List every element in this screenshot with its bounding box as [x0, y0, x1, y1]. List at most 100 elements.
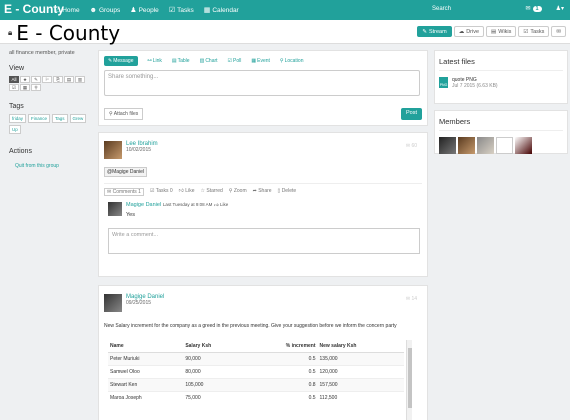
groups-icon: ☻ — [89, 6, 97, 14]
tab-stream[interactable]: ✎ Stream — [417, 26, 452, 37]
comment-author[interactable]: Magige Daniel — [126, 202, 161, 208]
like-button[interactable]: 👍︎ Like — [179, 188, 195, 196]
tab-wikis[interactable]: ▤ Wikis — [486, 26, 517, 37]
stream-post: Magige Daniel 09/25/2015 ✉ 14 New Salary… — [98, 285, 428, 420]
column-header: New salary Ksh — [317, 340, 404, 353]
tag-item[interactable]: Grew — [69, 114, 87, 123]
composer-tab-chart[interactable]: ▥ Chart — [200, 58, 218, 64]
post-composer: ✎ Message ⚯ Link ▤ Table ▥ Chart ☑ Poll ▦ Even… — [98, 50, 428, 126]
nav-groups[interactable]: ☻ Groups — [90, 6, 121, 14]
avatar[interactable] — [104, 294, 122, 312]
main-nav: ⌂ Home ☻ Groups ♟ People ☑ Tasks ▦ Calendar — [56, 6, 239, 15]
scrollbar-thumb[interactable] — [408, 348, 412, 408]
tab-chat[interactable]: ✉ — [551, 26, 566, 37]
nav-tasks[interactable]: ☑ Tasks — [169, 6, 194, 15]
star-button[interactable]: ☆ Starred — [200, 188, 222, 196]
table-cell: Samwel Oloo — [108, 365, 184, 379]
table-cell: 75,000 — [183, 391, 247, 404]
attach-files-button[interactable]: ⚲ Attach files — [104, 108, 144, 120]
table-cell: 0.5 — [246, 391, 318, 404]
member-avatar[interactable] — [458, 137, 475, 154]
composer-tab-message[interactable]: ✎ Message — [104, 56, 138, 66]
composer-tab-link[interactable]: ⚯ Link — [148, 58, 162, 64]
tag-item[interactable]: friday — [9, 114, 27, 123]
tab-wikis-label: Wikis — [498, 28, 512, 35]
post-button[interactable]: Post — [400, 108, 422, 120]
tab-tasks[interactable]: ☑ Tasks — [518, 26, 550, 37]
comment-count-value: 60 — [411, 143, 417, 149]
table-cell: Maroa Joseph — [108, 391, 184, 404]
notifications-button[interactable]: ✉ 1 — [526, 5, 542, 12]
share-button[interactable]: ➦ Share — [253, 188, 272, 196]
member-avatar[interactable] — [496, 137, 513, 154]
nav-home[interactable]: ⌂ Home — [56, 6, 80, 14]
composer-tab-label: Table — [177, 58, 190, 64]
view-calendar-button[interactable]: ▦ — [20, 84, 30, 91]
tag-item[interactable]: Up — [9, 125, 21, 134]
post-author: Magige Daniel 09/25/2015 — [104, 294, 422, 312]
delete-button[interactable]: ▯ Delete — [278, 188, 297, 196]
view-filter-buttons: All ★ ✎ ⚐ ⎘ ▤ ▥ ☑ ▦ ⚲ — [9, 76, 87, 91]
composer-tab-location[interactable]: ⚲ Location — [280, 58, 304, 64]
space-tabs: ✎ Stream ☁ Drive ▤ Wikis ☑ Tasks ✉ — [417, 26, 566, 37]
composer-tab-poll[interactable]: ☑ Poll — [228, 58, 242, 64]
table-cell: 120,000 — [317, 365, 404, 379]
table-cell: Peter Muriuki — [108, 352, 184, 366]
zoom-button[interactable]: ⚲ Zoom — [229, 188, 247, 196]
file-item[interactable]: PNG quote PNG Jul 7 2015 (6.63 KB) — [439, 77, 563, 89]
post-author: Lee Ibrahim 10/02/2015 — [104, 141, 422, 159]
user-icon: ♟▾ — [555, 6, 564, 12]
table-header-row: Name Salary Ksh % increment New salary K… — [108, 340, 404, 353]
view-all-button[interactable]: All — [9, 76, 19, 83]
avatar[interactable] — [108, 202, 122, 216]
tasks-button[interactable]: ☑ Tasks 0 — [150, 188, 173, 196]
wikis-icon: ▤ — [491, 28, 497, 35]
file-meta: Jul 7 2015 (6.63 KB) — [452, 83, 498, 89]
table-cell: 112,500 — [317, 391, 404, 404]
table-scrollbar[interactable] — [406, 340, 412, 420]
member-avatar[interactable] — [477, 137, 494, 154]
member-avatars — [439, 137, 563, 154]
user-menu[interactable]: ♟▾ — [556, 5, 564, 12]
view-tables-button[interactable]: ▤ — [64, 76, 74, 83]
comments-button[interactable]: ✉ Comments 1 — [104, 188, 144, 196]
column-header: Salary Ksh — [183, 340, 247, 353]
share-input[interactable]: Share something... — [104, 70, 420, 96]
tag-item[interactable]: Finance — [28, 114, 51, 123]
table-cell: 105,000 — [183, 378, 247, 392]
composer-tab-label: Location — [284, 58, 304, 64]
member-avatar[interactable] — [515, 137, 532, 154]
view-starred-button[interactable]: ★ — [20, 76, 30, 83]
comment-like-button[interactable]: 👍︎ Like — [214, 202, 228, 207]
search-link[interactable]: Search — [432, 6, 451, 12]
table-cell: Stewart Ken — [108, 378, 184, 392]
tab-drive[interactable]: ☁ Drive — [453, 26, 485, 37]
link-icon: ⚯ — [147, 58, 152, 64]
avatar[interactable] — [104, 141, 122, 159]
composer-tab-event[interactable]: ▦ Event — [251, 58, 270, 64]
view-posts-button[interactable]: ✎ — [31, 76, 41, 83]
nav-people[interactable]: ♟ People — [130, 6, 159, 15]
comment-input[interactable]: Write a comment... — [108, 228, 420, 254]
view-tasks-button[interactable]: ☑ — [9, 84, 19, 91]
action-label: Starred — [206, 188, 223, 194]
nav-home-label: Home — [62, 6, 80, 14]
view-charts-button[interactable]: ▥ — [75, 76, 85, 83]
view-flag-button[interactable]: ⚐ — [42, 76, 52, 83]
table-cell: 80,000 — [183, 365, 247, 379]
view-location-button[interactable]: ⚲ — [31, 84, 41, 91]
actions-heading: Actions — [9, 148, 32, 155]
mention-tag[interactable]: @Magige Daniel — [104, 167, 148, 177]
composer-tab-table[interactable]: ▤ Table — [172, 58, 190, 64]
action-label: Share — [258, 188, 272, 194]
quit-group-link[interactable]: Quit from this group — [15, 163, 87, 169]
tag-item[interactable]: Tags — [52, 114, 68, 123]
nav-calendar[interactable]: ▦ Calendar — [204, 6, 239, 15]
table-row: Stewart Ken 105,000 0.8 157,500 — [108, 378, 404, 392]
view-files-button[interactable]: ⎘ — [53, 76, 63, 83]
poll-icon: ☑ — [227, 58, 233, 64]
comment-count: ✉ 60 — [406, 143, 417, 149]
composer-footer: ⚲ Attach files Post — [104, 108, 422, 120]
member-avatar[interactable] — [439, 137, 456, 154]
brand-logo[interactable]: E - County — [4, 2, 64, 16]
